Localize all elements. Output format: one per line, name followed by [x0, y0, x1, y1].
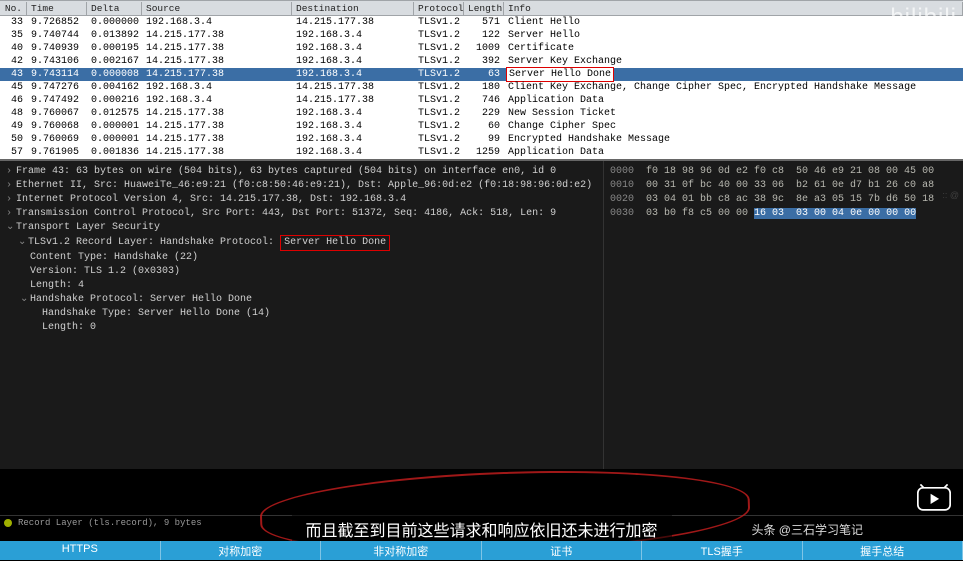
bottom-tab[interactable]: 握手总结	[803, 541, 963, 560]
tree-content-type[interactable]: Content Type: Handshake (22)	[30, 252, 198, 263]
hex-bytes-pane[interactable]: 0000 f0 18 98 96 0d e2 f0 c8 50 46 e9 21…	[603, 161, 963, 469]
col-no[interactable]: No.	[0, 2, 27, 15]
hex-line[interactable]: 0000 f0 18 98 96 0d e2 f0 c8 50 46 e9 21…	[610, 165, 957, 179]
col-length[interactable]: Length	[464, 2, 504, 15]
bottom-tab[interactable]: TLS握手	[642, 541, 803, 560]
col-source[interactable]: Source	[142, 2, 292, 15]
status-bar: Record Layer (tls.record), 9 bytes	[0, 515, 963, 530]
col-destination[interactable]: Destination	[292, 2, 414, 15]
status-dot-icon	[4, 519, 12, 527]
table-row[interactable]: 409.7409390.00019514.215.177.38192.168.3…	[0, 42, 963, 55]
table-row[interactable]: 459.7472760.004162192.168.3.414.215.177.…	[0, 81, 963, 94]
tree-tcp[interactable]: Transmission Control Protocol, Src Port:…	[16, 208, 556, 219]
packet-details-tree[interactable]: ›Frame 43: 63 bytes on wire (504 bits), …	[0, 161, 603, 469]
table-row[interactable]: 339.7268520.000000192.168.3.414.215.177.…	[0, 16, 963, 29]
table-row[interactable]: 499.7600680.00000114.215.177.38192.168.3…	[0, 120, 963, 133]
col-delta[interactable]: Delta	[87, 2, 142, 15]
tree-handshake-length[interactable]: Length: 0	[42, 322, 96, 333]
table-row[interactable]: 439.7431140.00000814.215.177.38192.168.3…	[0, 68, 963, 81]
bottom-tab[interactable]: 证书	[482, 541, 643, 560]
bottom-tab[interactable]: 非对称加密	[321, 541, 482, 560]
status-text: Record Layer (tls.record), 9 bytes	[18, 518, 202, 528]
tree-ethernet[interactable]: Ethernet II, Src: HuaweiTe_46:e9:21 (f0:…	[16, 180, 592, 191]
play-widget-icon	[917, 484, 951, 512]
hex-line[interactable]: 0020 03 04 01 bb c8 ac 38 9c 8e a3 05 15…	[610, 193, 957, 207]
table-row[interactable]: 489.7600670.01257514.215.177.38192.168.3…	[0, 107, 963, 120]
tree-handshake-proto[interactable]: Handshake Protocol: Server Hello Done	[30, 294, 252, 305]
hex-line[interactable]: 0010 00 31 0f bc 40 00 33 06 b2 61 0e d7…	[610, 179, 957, 193]
col-info[interactable]: Info	[504, 2, 963, 15]
table-row[interactable]: 469.7474920.000216192.168.3.414.215.177.…	[0, 94, 963, 107]
packet-list-header[interactable]: No. Time Delta Source Destination Protoc…	[0, 0, 963, 16]
info-highlight-box: Server Hello Done	[506, 67, 614, 82]
packet-list: No. Time Delta Source Destination Protoc…	[0, 0, 963, 159]
table-row[interactable]: 509.7600690.00000114.215.177.38192.168.3…	[0, 133, 963, 146]
tree-length[interactable]: Length: 4	[30, 280, 84, 291]
tree-ip[interactable]: Internet Protocol Version 4, Src: 14.215…	[16, 194, 406, 205]
tree-frame[interactable]: Frame 43: 63 bytes on wire (504 bits), 6…	[16, 166, 556, 177]
details-and-bytes: ›Frame 43: 63 bytes on wire (504 bits), …	[0, 159, 963, 469]
tree-handshake-type[interactable]: Handshake Type: Server Hello Done (14)	[42, 308, 270, 319]
server-hello-done-highlight: Server Hello Done	[280, 235, 390, 251]
tree-version[interactable]: Version: TLS 1.2 (0x0303)	[30, 266, 180, 277]
bottom-tab[interactable]: HTTPS	[0, 541, 161, 560]
tree-record-layer[interactable]: TLSv1.2 Record Layer: Handshake Protocol…	[28, 237, 390, 248]
bottom-tab-bar: HTTPS对称加密非对称加密证书TLS握手握手总结	[0, 541, 963, 560]
table-row[interactable]: 359.7407440.01389214.215.177.38192.168.3…	[0, 29, 963, 42]
hex-line[interactable]: 0030 03 b0 f8 c5 00 00 16 03 03 00 04 0e…	[610, 207, 957, 221]
col-time[interactable]: Time	[27, 2, 87, 15]
table-row[interactable]: 579.7619050.00183614.215.177.38192.168.3…	[0, 146, 963, 159]
packet-rows: 339.7268520.000000192.168.3.414.215.177.…	[0, 16, 963, 159]
bottom-tab[interactable]: 对称加密	[161, 541, 322, 560]
col-protocol[interactable]: Protocol	[414, 2, 464, 15]
tree-tls[interactable]: Transport Layer Security	[16, 222, 160, 233]
